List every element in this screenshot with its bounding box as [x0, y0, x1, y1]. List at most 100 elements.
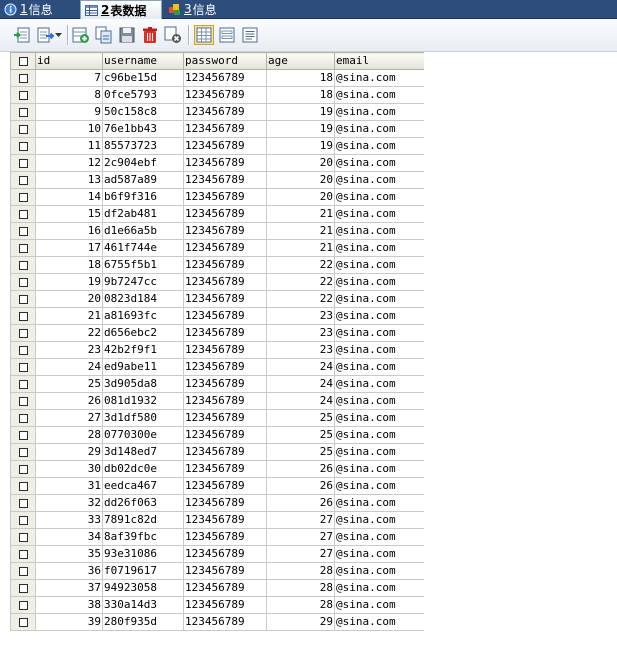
cell-age[interactable]: 20	[266, 154, 335, 172]
cell-email[interactable]: @sina.com	[334, 256, 424, 274]
cell-username[interactable]: 330a14d3	[102, 596, 184, 614]
table-row[interactable]: 39 280f935d 123456789 29 @sina.com	[10, 613, 424, 631]
cell-username[interactable]: c96be15d	[102, 69, 184, 87]
cell-username[interactable]: db02dc0e	[102, 460, 184, 478]
table-row[interactable]: 30 db02dc0e 123456789 26 @sina.com	[10, 460, 424, 478]
cell-password[interactable]: 123456789	[183, 137, 267, 155]
cell-id[interactable]: 8	[35, 86, 103, 104]
cell-password[interactable]: 123456789	[183, 460, 267, 478]
cell-email[interactable]: @sina.com	[334, 392, 424, 410]
cell-email[interactable]: @sina.com	[334, 324, 424, 342]
duplicate-row-button[interactable]	[94, 25, 114, 45]
cell-email[interactable]: @sina.com	[334, 69, 424, 87]
cell-email[interactable]: @sina.com	[334, 358, 424, 376]
row-checkbox[interactable]	[10, 103, 36, 121]
table-row[interactable]: 27 3d1df580 123456789 25 @sina.com	[10, 409, 424, 427]
cell-email[interactable]: @sina.com	[334, 137, 424, 155]
cell-id[interactable]: 26	[35, 392, 103, 410]
table-row[interactable]: 10 76e1bb43 123456789 19 @sina.com	[10, 120, 424, 138]
table-row[interactable]: 15 df2ab481 123456789 21 @sina.com	[10, 205, 424, 223]
cell-id[interactable]: 9	[35, 103, 103, 121]
cell-username[interactable]: ed9abe11	[102, 358, 184, 376]
table-row[interactable]: 11 85573723 123456789 19 @sina.com	[10, 137, 424, 155]
row-checkbox[interactable]	[10, 596, 36, 614]
cell-id[interactable]: 21	[35, 307, 103, 325]
cell-age[interactable]: 20	[266, 188, 335, 206]
row-checkbox[interactable]	[10, 273, 36, 291]
row-checkbox[interactable]	[10, 154, 36, 172]
select-all-checkbox[interactable]	[10, 52, 36, 70]
cell-age[interactable]: 19	[266, 120, 335, 138]
cell-age[interactable]: 28	[266, 562, 335, 580]
cell-email[interactable]: @sina.com	[334, 222, 424, 240]
cell-email[interactable]: @sina.com	[334, 409, 424, 427]
cell-id[interactable]: 37	[35, 579, 103, 597]
cell-email[interactable]: @sina.com	[334, 239, 424, 257]
cell-username[interactable]: 280f935d	[102, 613, 184, 631]
table-row[interactable]: 14 b6f9f316 123456789 20 @sina.com	[10, 188, 424, 206]
row-checkbox[interactable]	[10, 375, 36, 393]
cell-age[interactable]: 22	[266, 273, 335, 291]
row-checkbox[interactable]	[10, 392, 36, 410]
row-checkbox[interactable]	[10, 239, 36, 257]
cell-username[interactable]: 85573723	[102, 137, 184, 155]
cell-age[interactable]: 28	[266, 579, 335, 597]
row-checkbox[interactable]	[10, 613, 36, 631]
cell-username[interactable]: 42b2f9f1	[102, 341, 184, 359]
cell-password[interactable]: 123456789	[183, 154, 267, 172]
cell-email[interactable]: @sina.com	[334, 341, 424, 359]
cell-id[interactable]: 14	[35, 188, 103, 206]
table-row[interactable]: 28 0770300e 123456789 25 @sina.com	[10, 426, 424, 444]
row-checkbox[interactable]	[10, 341, 36, 359]
cell-username[interactable]: 3d148ed7	[102, 443, 184, 461]
cell-age[interactable]: 19	[266, 137, 335, 155]
cell-id[interactable]: 35	[35, 545, 103, 563]
cell-id[interactable]: 20	[35, 290, 103, 308]
cell-username[interactable]: d656ebc2	[102, 324, 184, 342]
cell-username[interactable]: 7891c82d	[102, 511, 184, 529]
cell-age[interactable]: 22	[266, 290, 335, 308]
cell-username[interactable]: 0fce5793	[102, 86, 184, 104]
cell-id[interactable]: 19	[35, 273, 103, 291]
row-checkbox[interactable]	[10, 579, 36, 597]
row-checkbox[interactable]	[10, 494, 36, 512]
cell-age[interactable]: 25	[266, 443, 335, 461]
cell-password[interactable]: 123456789	[183, 222, 267, 240]
cell-password[interactable]: 123456789	[183, 528, 267, 546]
row-checkbox[interactable]	[10, 426, 36, 444]
column-header-age[interactable]: age	[266, 52, 335, 70]
cell-age[interactable]: 23	[266, 307, 335, 325]
cell-password[interactable]: 123456789	[183, 290, 267, 308]
cell-username[interactable]: df2ab481	[102, 205, 184, 223]
row-checkbox[interactable]	[10, 290, 36, 308]
cell-password[interactable]: 123456789	[183, 239, 267, 257]
cell-password[interactable]: 123456789	[183, 443, 267, 461]
cell-id[interactable]: 39	[35, 613, 103, 631]
cell-age[interactable]: 24	[266, 358, 335, 376]
cell-age[interactable]: 21	[266, 205, 335, 223]
tab-table-data[interactable]: 2 表数据	[80, 0, 162, 19]
cell-email[interactable]: @sina.com	[334, 375, 424, 393]
row-checkbox[interactable]	[10, 188, 36, 206]
cell-id[interactable]: 12	[35, 154, 103, 172]
table-row[interactable]: 20 0823d184 123456789 22 @sina.com	[10, 290, 424, 308]
cell-username[interactable]: eedca467	[102, 477, 184, 495]
table-row[interactable]: 29 3d148ed7 123456789 25 @sina.com	[10, 443, 424, 461]
cell-password[interactable]: 123456789	[183, 86, 267, 104]
table-row[interactable]: 9 50c158c8 123456789 19 @sina.com	[10, 103, 424, 121]
table-row[interactable]: 35 93e31086 123456789 27 @sina.com	[10, 545, 424, 563]
row-checkbox[interactable]	[10, 358, 36, 376]
row-checkbox[interactable]	[10, 511, 36, 529]
cell-username[interactable]: a81693fc	[102, 307, 184, 325]
cell-password[interactable]: 123456789	[183, 256, 267, 274]
cell-username[interactable]: 0770300e	[102, 426, 184, 444]
cell-email[interactable]: @sina.com	[334, 205, 424, 223]
cell-age[interactable]: 21	[266, 222, 335, 240]
cell-id[interactable]: 29	[35, 443, 103, 461]
cell-password[interactable]: 123456789	[183, 426, 267, 444]
cell-email[interactable]: @sina.com	[334, 511, 424, 529]
cell-email[interactable]: @sina.com	[334, 154, 424, 172]
tab-info-3[interactable]: 3 信息	[164, 0, 236, 18]
row-checkbox[interactable]	[10, 137, 36, 155]
cell-age[interactable]: 18	[266, 69, 335, 87]
